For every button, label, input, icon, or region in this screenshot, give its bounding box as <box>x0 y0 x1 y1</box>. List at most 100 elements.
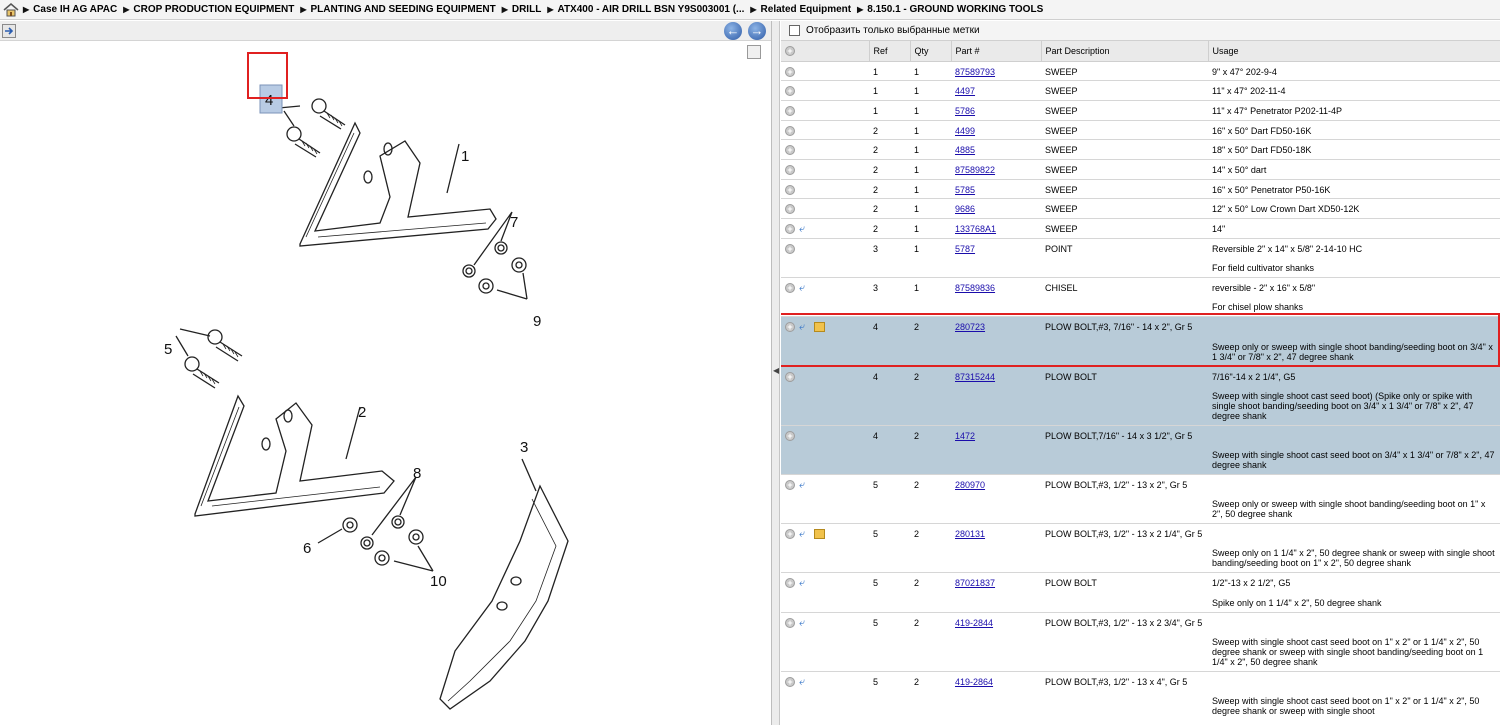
breadcrumb-item[interactable]: ▶ DRILL <box>502 4 542 15</box>
package-icon[interactable] <box>814 529 825 540</box>
part-number-link[interactable]: 419-2844 <box>955 618 993 628</box>
cell-part-number[interactable]: 4885 <box>951 140 1041 160</box>
link-arrow-icon[interactable]: ⤶ <box>799 224 811 235</box>
package-icon[interactable] <box>814 322 825 333</box>
table-row[interactable]: +2 1 5785 SWEEP 16" x 50° Penetrator P50-16K <box>781 179 1500 199</box>
add-to-cart-icon[interactable]: + <box>785 86 795 97</box>
add-to-cart-icon[interactable]: + <box>785 184 795 195</box>
table-row[interactable]: +3 1 5787 POINT Reversible 2" x 14" x 5/8" 2… <box>781 238 1500 258</box>
add-to-cart-icon[interactable]: + <box>785 283 795 294</box>
add-to-cart-icon[interactable]: + <box>785 125 795 136</box>
add-to-cart-icon[interactable]: + <box>785 529 795 540</box>
part-number-link[interactable]: 4499 <box>955 126 975 136</box>
part-number-link[interactable]: 1472 <box>955 431 975 441</box>
table-row[interactable]: +1 1 5786 SWEEP 11" x 47° Penetrator P202-11… <box>781 100 1500 120</box>
cell-part-number[interactable]: 4497 <box>951 81 1041 101</box>
breadcrumb-item[interactable]: ▶ CROP PRODUCTION EQUIPMENT <box>123 4 294 15</box>
forward-arrow-icon[interactable]: → <box>748 22 766 40</box>
add-to-cart-icon[interactable]: + <box>785 105 795 116</box>
breadcrumb-item[interactable]: ▶ PLANTING AND SEEDING EQUIPMENT <box>300 4 495 15</box>
table-row[interactable]: +2 1 87589822 SWEEP 14" x 50° dart <box>781 159 1500 179</box>
table-row[interactable]: + ⤶ 5 2 280970 PLOW BOLT,#3, 1/2" - 13 x 2", … <box>781 474 1500 495</box>
table-row[interactable]: +4 2 1472 PLOW BOLT,7/16" - 14 x 3 1/2", Gr… <box>781 425 1500 445</box>
link-arrow-icon[interactable]: ⤶ <box>799 529 811 540</box>
column-header-qty[interactable]: Qty <box>910 41 952 62</box>
add-to-cart-icon[interactable]: + <box>785 676 795 687</box>
part-number-link[interactable]: 87589836 <box>955 283 995 293</box>
cell-part-number[interactable]: 419-2844 <box>951 612 1041 632</box>
table-row[interactable]: +1 1 87589793 SWEEP 9" x 47° 202-9-4 <box>781 61 1500 81</box>
add-to-cart-icon[interactable]: + <box>785 243 795 254</box>
table-row[interactable]: + ⤶ 5 2 87021837 PLOW BOLT 1/2"-13 x 2 1/2", G… <box>781 572 1500 593</box>
expand-all-icon[interactable]: + <box>785 45 795 56</box>
table-row[interactable]: +1 1 4497 SWEEP 11" x 47° 202-11-4 <box>781 80 1500 101</box>
cell-part-number[interactable]: 5787 <box>951 238 1041 258</box>
part-number-link[interactable]: 5785 <box>955 185 975 195</box>
cell-part-number[interactable]: 9686 <box>951 199 1041 219</box>
add-to-cart-icon[interactable]: + <box>785 480 795 490</box>
add-to-cart-icon[interactable]: + <box>785 322 795 333</box>
pane-splitter[interactable]: ◀ <box>772 21 780 725</box>
link-arrow-icon[interactable]: ⤶ <box>799 322 811 333</box>
part-number-link[interactable]: 4885 <box>955 145 975 155</box>
part-number-link[interactable]: 87589822 <box>955 165 995 175</box>
breadcrumb-item[interactable]: ▶ 8.150.1 - GROUND WORKING TOOLS <box>857 4 1043 15</box>
breadcrumb-item[interactable]: ▶ Related Equipment <box>750 4 851 15</box>
table-row[interactable]: + ⤶ 3 1 87589836 CHISEL reversible - 2" x 16" … <box>781 277 1500 298</box>
cell-part-number[interactable]: 87315244 <box>951 366 1041 386</box>
column-header-description[interactable]: Part Description <box>1041 41 1209 62</box>
link-arrow-icon[interactable]: ⤶ <box>799 676 811 687</box>
cell-part-number[interactable]: 87589822 <box>951 159 1041 179</box>
link-arrow-icon[interactable]: ⤶ <box>799 480 811 491</box>
cell-part-number[interactable]: 133768A1 <box>951 219 1041 239</box>
column-header-usage[interactable]: Usage <box>1208 41 1500 62</box>
link-arrow-icon[interactable]: ⤶ <box>799 578 811 589</box>
add-to-cart-icon[interactable]: + <box>785 578 795 589</box>
cell-part-number[interactable]: 419-2864 <box>951 671 1041 691</box>
table-row[interactable]: +4 2 87315244 PLOW BOLT 7/16"-14 x 2 1/4", G… <box>781 366 1500 386</box>
add-to-cart-icon[interactable]: + <box>785 66 795 77</box>
part-number-link[interactable]: 280970 <box>955 480 985 490</box>
add-to-cart-icon[interactable]: + <box>785 224 795 234</box>
part-number-link[interactable]: 419-2864 <box>955 677 993 687</box>
cell-part-number[interactable]: 4499 <box>951 120 1041 140</box>
cell-part-number[interactable]: 87589793 <box>951 61 1041 81</box>
table-row[interactable]: +2 1 9686 SWEEP 12" x 50° Low Crown Dart XD5… <box>781 198 1500 219</box>
add-to-cart-icon[interactable]: + <box>785 617 795 628</box>
part-number-link[interactable]: 87021837 <box>955 578 995 588</box>
cell-part-number[interactable]: 280131 <box>951 524 1041 544</box>
collapse-arrow-icon[interactable]: ◀ <box>773 366 779 375</box>
add-to-cart-icon[interactable]: + <box>785 430 795 441</box>
cell-part-number[interactable]: 280970 <box>951 475 1041 495</box>
table-row[interactable]: +2 1 4499 SWEEP 16" x 50° Dart FD50-16K <box>781 120 1500 140</box>
column-header-actions[interactable]: + <box>781 41 870 62</box>
table-row[interactable]: + ⤶ 4 2 280723 PLOW BOLT,#3, 7/16" - 14 x 2",… <box>781 316 1500 337</box>
breadcrumb-item[interactable]: ▶ Case IH AG APAC <box>23 4 117 15</box>
add-to-cart-icon[interactable]: + <box>785 371 795 382</box>
add-to-cart-icon[interactable]: + <box>785 164 795 175</box>
cell-part-number[interactable]: 87021837 <box>951 573 1041 593</box>
column-header-ref[interactable]: Ref <box>869 41 911 62</box>
export-icon[interactable] <box>2 24 16 38</box>
cell-part-number[interactable]: 5786 <box>951 100 1041 120</box>
breadcrumb-item[interactable]: ▶ ATX400 - AIR DRILL BSN Y9S003001 (... <box>547 4 744 15</box>
part-number-link[interactable]: 280723 <box>955 322 985 332</box>
part-number-link[interactable]: 5786 <box>955 106 975 116</box>
home-icon[interactable] <box>3 2 19 17</box>
part-number-link[interactable]: 133768A1 <box>955 224 996 234</box>
cell-part-number[interactable]: 280723 <box>951 316 1041 337</box>
cell-part-number[interactable]: 1472 <box>951 425 1041 445</box>
part-number-link[interactable]: 5787 <box>955 244 975 254</box>
add-to-cart-icon[interactable]: + <box>785 145 795 156</box>
part-number-link[interactable]: 4497 <box>955 86 975 96</box>
add-to-cart-icon[interactable]: + <box>785 204 795 215</box>
cell-part-number[interactable]: 5785 <box>951 179 1041 199</box>
cell-part-number[interactable]: 87589836 <box>951 278 1041 298</box>
part-number-link[interactable]: 280131 <box>955 529 985 539</box>
table-row[interactable]: + ⤶ 2 1 133768A1 SWEEP 14" <box>781 218 1500 239</box>
link-arrow-icon[interactable]: ⤶ <box>799 617 811 628</box>
table-row[interactable]: + ⤶ 5 2 419-2844 PLOW BOLT,#3, 1/2" - 13 x 2 … <box>781 612 1500 632</box>
link-arrow-icon[interactable]: ⤶ <box>799 283 811 294</box>
part-number-link[interactable]: 87315244 <box>955 372 995 382</box>
part-number-link[interactable]: 9686 <box>955 204 975 214</box>
